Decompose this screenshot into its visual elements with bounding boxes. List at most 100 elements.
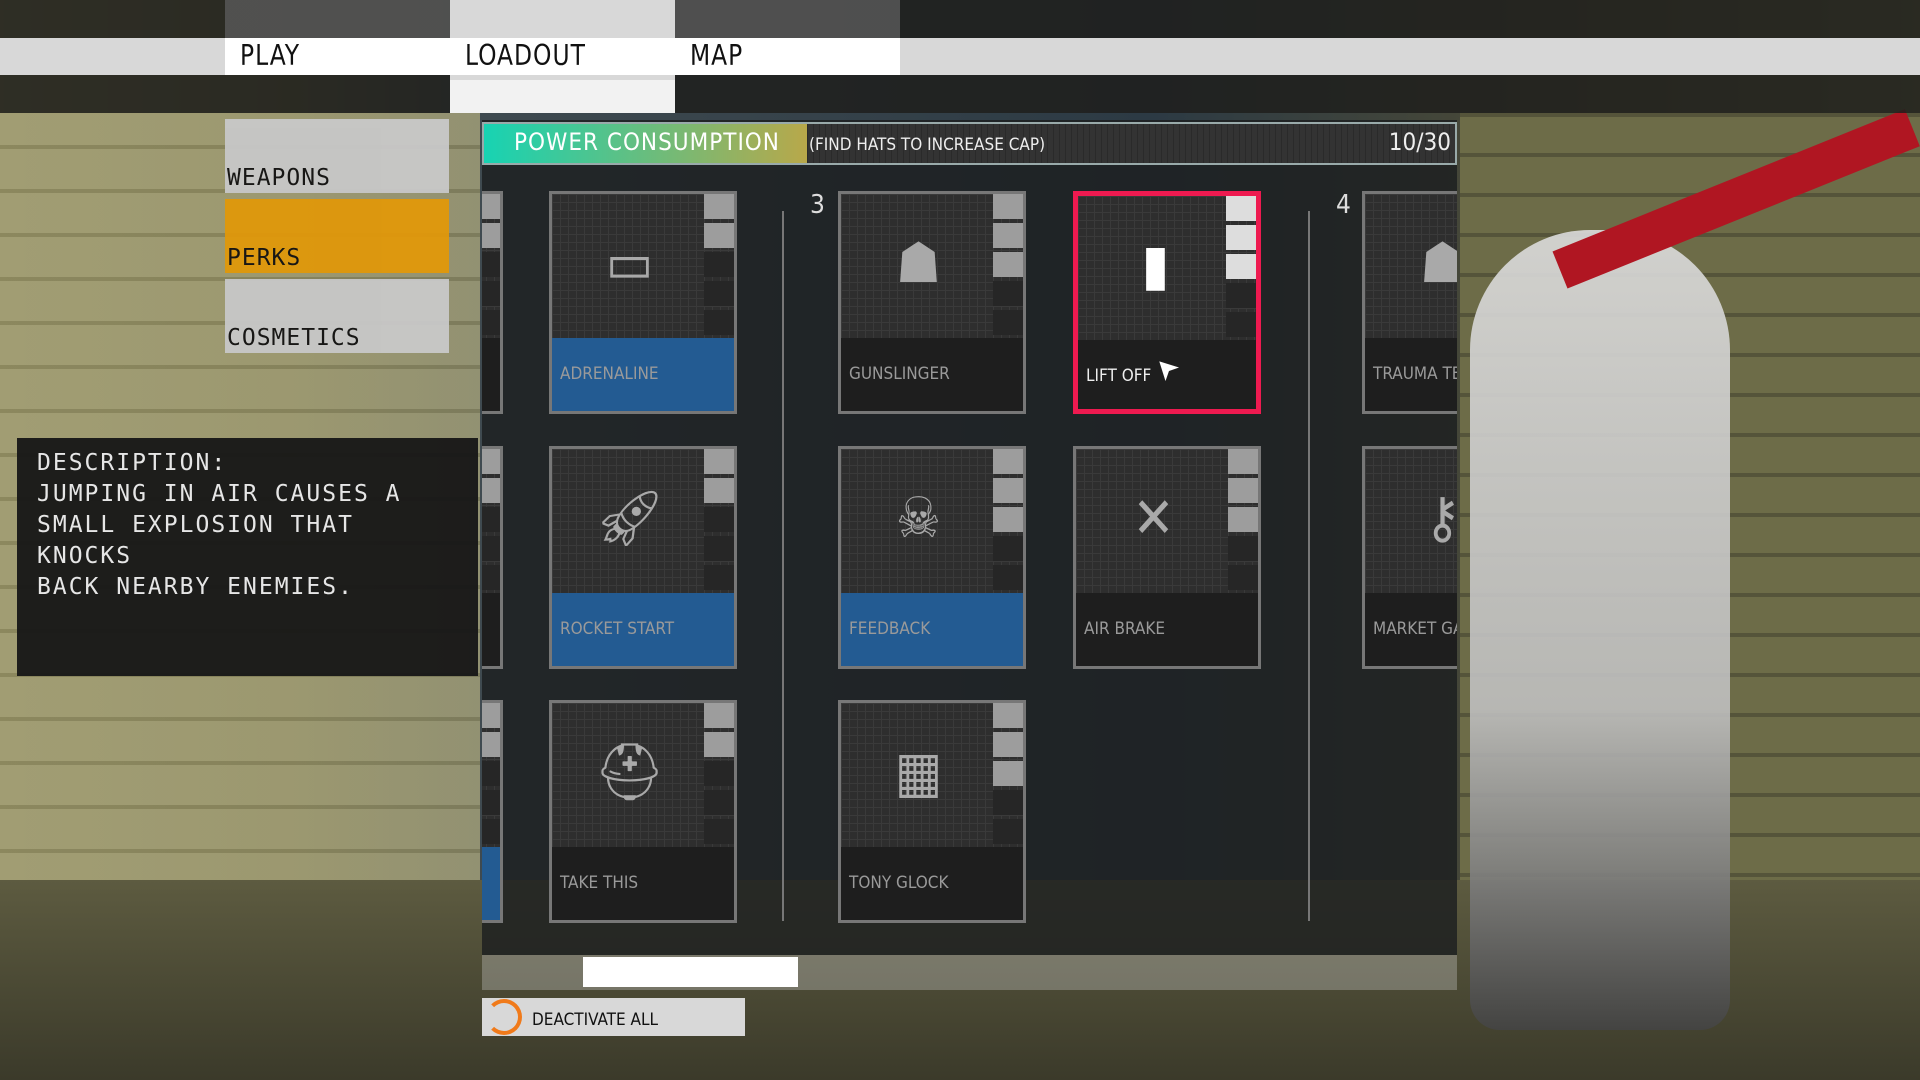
power-pip xyxy=(704,703,734,728)
tab-play[interactable]: PLAY xyxy=(225,0,450,113)
power-pip xyxy=(993,507,1023,532)
power-pip xyxy=(1228,449,1258,474)
perk-label-area: TONY GLOCK xyxy=(841,847,1023,920)
power-pip xyxy=(704,281,734,306)
power-pip xyxy=(482,223,500,248)
perk-name: ROCKET START xyxy=(560,619,675,639)
perk-card[interactable]: ▭ ADRENALINE xyxy=(549,191,737,414)
sidebar-item-perks[interactable]: PERKS xyxy=(225,199,449,273)
power-pip xyxy=(1226,312,1256,337)
power-pip xyxy=(993,536,1023,561)
power-pip xyxy=(482,819,500,844)
power-pip xyxy=(1228,478,1258,503)
power-value: 10/30 xyxy=(1388,128,1451,156)
tab-map[interactable]: MAP xyxy=(675,0,900,113)
perk-grid-panel: S ▭ ADRENALINE 🚀︎ ROCKET START ⛑︎ TAKE THIS 3 ☗ G… xyxy=(482,120,1457,955)
reset-icon xyxy=(486,999,522,1035)
perk-card[interactable]: ☗ TRAUMA TE xyxy=(1362,191,1457,414)
power-pip xyxy=(482,790,500,815)
perk-cost-pips xyxy=(482,194,500,339)
tier-label: 3 xyxy=(810,190,825,220)
perk-card[interactable]: ✕ AIR BRAKE xyxy=(1073,446,1261,669)
power-pip xyxy=(993,223,1023,248)
power-pip xyxy=(1228,507,1258,532)
perk-card[interactable] xyxy=(482,700,503,923)
power-pip xyxy=(482,536,500,561)
cowboy-icon: ☗ xyxy=(895,231,942,296)
power-pip xyxy=(704,194,734,219)
perk-description: DESCRIPTION: JUMPING IN AIR CAUSES A SMA… xyxy=(17,438,478,676)
perk-label-area: ADRENALINE xyxy=(552,338,734,411)
power-pip xyxy=(482,449,500,474)
perk-card[interactable]: ▦ TONY GLOCK xyxy=(838,700,1026,923)
perk-card[interactable]: 🚀︎ ROCKET START xyxy=(549,446,737,669)
power-consumption-bar: POWER CONSUMPTION (FIND HATS TO INCREASE… xyxy=(482,122,1457,165)
power-pip xyxy=(704,478,734,503)
power-pip xyxy=(1228,536,1258,561)
deactivate-all-button[interactable]: DEACTIVATE ALL xyxy=(482,998,745,1036)
power-hint: (FIND HATS TO INCREASE CAP) xyxy=(809,135,1046,155)
scrollbar-thumb[interactable] xyxy=(583,957,798,987)
power-pip xyxy=(704,507,734,532)
power-pip xyxy=(1228,565,1258,590)
power-pip xyxy=(482,478,500,503)
power-pip xyxy=(482,761,500,786)
tab-label: LOADOUT xyxy=(465,39,586,73)
tier-divider xyxy=(1308,211,1310,921)
sidebar-item-label: WEAPONS xyxy=(227,165,331,191)
perk-label-area: S xyxy=(482,338,500,411)
perk-label-area xyxy=(482,593,500,666)
power-title: POWER CONSUMPTION xyxy=(514,128,780,156)
perk-card[interactable]: S xyxy=(482,191,503,414)
sidebar-item-weapons[interactable]: WEAPONS xyxy=(225,119,449,193)
power-pip xyxy=(482,507,500,532)
power-pip xyxy=(482,194,500,219)
perk-label-area: TRAUMA TE xyxy=(1365,338,1457,411)
crossed-swords-icon: ✕ xyxy=(1132,486,1175,551)
power-pip xyxy=(482,281,500,306)
perk-cost-pips xyxy=(993,194,1023,339)
horizontal-scrollbar[interactable] xyxy=(482,955,1457,990)
power-pip xyxy=(993,565,1023,590)
sidebar-item-cosmetics[interactable]: COSMETICS xyxy=(225,279,449,353)
key-icon: ⚷ xyxy=(1365,479,1457,559)
power-pip xyxy=(704,732,734,757)
sidebar-item-label: COSMETICS xyxy=(227,325,361,351)
power-pip xyxy=(704,790,734,815)
power-pip xyxy=(704,252,734,277)
rocket-icon: 🚀︎ xyxy=(593,486,666,551)
power-pip xyxy=(993,478,1023,503)
power-pip xyxy=(704,536,734,561)
power-pip xyxy=(993,310,1023,335)
perk-card[interactable]: ☗ GUNSLINGER xyxy=(838,191,1026,414)
perk-name: MARKET GA xyxy=(1373,619,1457,639)
perk-cost-pips xyxy=(704,194,734,339)
power-pip xyxy=(704,761,734,786)
perk-name: ADRENALINE xyxy=(560,364,659,384)
power-pip xyxy=(482,252,500,277)
skull-icon: ☠ xyxy=(895,486,942,551)
perk-name: TONY GLOCK xyxy=(849,873,949,893)
player-character xyxy=(1470,230,1730,1030)
perk-name: FEEDBACK xyxy=(849,619,931,639)
tab-loadout[interactable]: LOADOUT xyxy=(450,0,675,113)
perk-card[interactable] xyxy=(482,446,503,669)
perk-cost-pips xyxy=(704,703,734,848)
perk-cost-pips xyxy=(482,703,500,848)
power-pip xyxy=(482,732,500,757)
perk-label-area: ROCKET START xyxy=(552,593,734,666)
power-pip xyxy=(993,703,1023,728)
perk-card[interactable]: ⚷ MARKET GA xyxy=(1362,446,1457,669)
power-pip xyxy=(704,223,734,248)
tab-label: PLAY xyxy=(240,39,300,73)
power-pip xyxy=(993,252,1023,277)
perk-card[interactable]: ☠ FEEDBACK xyxy=(838,446,1026,669)
perk-card[interactable]: ⛑︎ TAKE THIS xyxy=(549,700,737,923)
power-pip xyxy=(704,310,734,335)
power-pip xyxy=(993,194,1023,219)
tier-label: 4 xyxy=(1336,190,1351,220)
brick-icon: ▦ xyxy=(894,740,943,805)
perk-label-area: TAKE THIS xyxy=(552,847,734,920)
power-pip xyxy=(993,732,1023,757)
power-pip xyxy=(482,703,500,728)
